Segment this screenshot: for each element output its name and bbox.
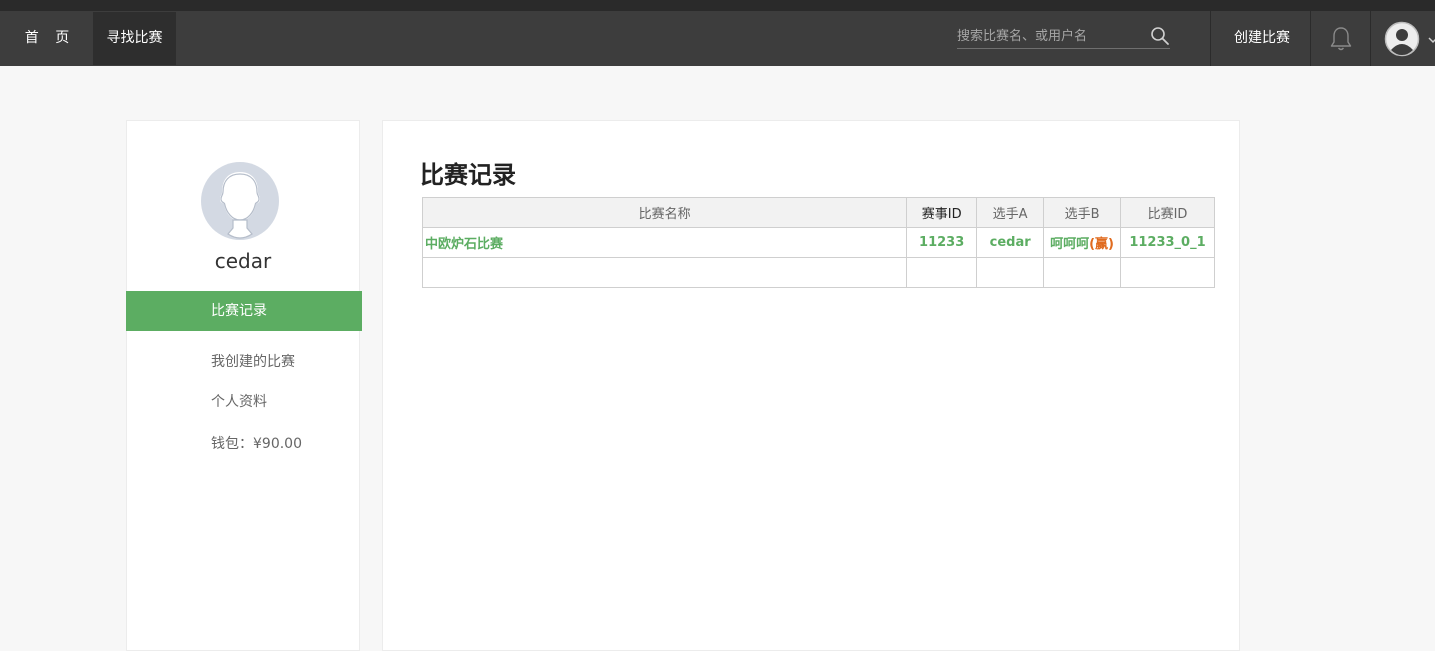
main-panel: 比赛记录 比赛名称 赛事ID 选手A 选手B 比赛ID 中欧炉石比赛 11233… bbox=[382, 120, 1240, 651]
sidebar-wallet-balance: 钱包：¥90.00 bbox=[211, 436, 302, 452]
cell-match-id: 11233_0_1 bbox=[1120, 227, 1215, 258]
header-player-a: 选手A bbox=[976, 197, 1045, 228]
table-header-row: 比赛名称 赛事ID 选手A 选手B 比赛ID bbox=[421, 197, 1215, 228]
winner-mark: (赢) bbox=[1089, 237, 1114, 252]
empty-cell bbox=[976, 257, 1045, 288]
cell-player-a: cedar bbox=[976, 227, 1045, 258]
empty-cell bbox=[1043, 257, 1121, 288]
player-b-name: 呵呵呵 bbox=[1050, 237, 1090, 252]
empty-cell bbox=[1120, 257, 1215, 288]
create-match-button[interactable]: 创建比赛 bbox=[1222, 11, 1302, 66]
sidebar-item-my-created-matches[interactable]: 我创建的比赛 bbox=[211, 351, 295, 371]
header-player-b: 选手B bbox=[1043, 197, 1121, 228]
bell-icon[interactable] bbox=[1327, 25, 1355, 53]
nav-divider bbox=[1370, 11, 1371, 66]
profile-username: cedar bbox=[214, 249, 272, 273]
page-title: 比赛记录 bbox=[420, 161, 516, 189]
profile-avatar bbox=[201, 162, 279, 240]
header-match-name: 比赛名称 bbox=[421, 197, 908, 228]
cell-event-id: 11233 bbox=[906, 227, 978, 258]
search-input[interactable] bbox=[957, 25, 1147, 48]
nav-divider bbox=[1210, 11, 1211, 66]
sidebar-item-profile[interactable]: 个人资料 bbox=[211, 391, 267, 411]
empty-cell bbox=[906, 257, 978, 288]
nav-home-link[interactable]: 首 页 bbox=[14, 12, 86, 65]
cell-match-name[interactable]: 中欧炉石比赛 bbox=[421, 227, 908, 258]
search-icon[interactable] bbox=[1150, 26, 1170, 46]
table-row-empty bbox=[421, 257, 1215, 288]
profile-sidebar: cedar 比赛记录 我创建的比赛 个人资料 钱包：¥90.00 bbox=[126, 120, 362, 651]
search-box bbox=[957, 25, 1170, 49]
top-navbar: 首 页 寻找比赛 创建比赛 bbox=[0, 11, 1435, 66]
table-row[interactable]: 中欧炉石比赛 11233 cedar 呵呵呵(赢) 11233_0_1 bbox=[421, 227, 1215, 258]
window-top-strip bbox=[0, 0, 1435, 11]
nav-divider bbox=[1310, 11, 1311, 66]
nav-find-match-link[interactable]: 寻找比赛 bbox=[93, 12, 176, 65]
header-match-id: 比赛ID bbox=[1120, 197, 1215, 228]
cell-player-b: 呵呵呵(赢) bbox=[1043, 227, 1121, 258]
sidebar-item-match-records[interactable]: 比赛记录 bbox=[126, 291, 362, 331]
empty-cell bbox=[421, 257, 908, 288]
header-event-id: 赛事ID bbox=[906, 197, 978, 228]
user-avatar-icon[interactable] bbox=[1384, 21, 1420, 57]
caret-down-icon[interactable] bbox=[1428, 35, 1435, 45]
match-records-table: 比赛名称 赛事ID 选手A 选手B 比赛ID 中欧炉石比赛 11233 ceda… bbox=[421, 197, 1215, 288]
